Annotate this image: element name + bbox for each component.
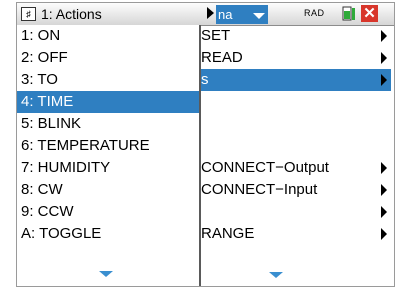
- background-menu-item-label: CONNECT−Input: [201, 181, 318, 198]
- background-menu-item[interactable]: s: [201, 69, 391, 91]
- submenu-item[interactable]: 6: TEMPERATURE: [17, 135, 199, 157]
- document-tab[interactable]: na: [216, 5, 268, 24]
- submenu-arrow-icon: [381, 228, 387, 240]
- document-tab-label: na: [218, 7, 233, 22]
- calculator-screen: ♯ 1: Actions na RAD ✕ SET READ s CONNECT−Ou…: [16, 2, 395, 287]
- background-menu-item-label: CONNECT−Output: [201, 159, 329, 176]
- close-icon[interactable]: ✕: [361, 5, 378, 22]
- submenu-item[interactable]: 1: ON: [17, 25, 199, 47]
- background-menu-item-label: SET: [201, 27, 231, 44]
- page-nav-caret-icon[interactable]: [207, 7, 214, 19]
- submenu-item[interactable]: 2: OFF: [17, 47, 199, 69]
- submenu-item[interactable]: 5: BLINK: [17, 113, 199, 135]
- submenu-item[interactable]: 8: CW: [17, 179, 199, 201]
- submenu-item[interactable]: 3: TO: [17, 69, 199, 91]
- background-menu-item-label: READ: [201, 49, 243, 66]
- scroll-down-arrow-icon[interactable]: [269, 272, 283, 278]
- submenu-arrow-icon: [381, 162, 387, 174]
- background-menu-item-label: RANGE: [201, 225, 255, 242]
- title-bar: ♯ 1: Actions na RAD ✕: [17, 3, 394, 26]
- background-menu-item[interactable]: RANGE: [201, 223, 391, 245]
- background-menu-item[interactable]: [201, 91, 391, 113]
- submenu-arrow-icon: [381, 206, 387, 218]
- background-menu-item[interactable]: SET: [201, 25, 391, 47]
- background-menu-item-label: s: [201, 71, 209, 88]
- background-menu-item[interactable]: CONNECT−Input: [201, 179, 391, 201]
- background-menu-item[interactable]: [201, 135, 391, 157]
- scroll-down-arrow-icon[interactable]: [99, 271, 113, 277]
- background-menu-item[interactable]: READ: [201, 47, 391, 69]
- submenu-item[interactable]: 4: TIME: [17, 91, 199, 113]
- submenu-arrow-icon: [381, 74, 387, 86]
- submenu-item[interactable]: 7: HUMIDITY: [17, 157, 199, 179]
- battery-icon: [342, 6, 355, 21]
- submenu-arrow-icon: [381, 52, 387, 64]
- chevron-down-icon: [253, 13, 265, 19]
- submenu-arrow-icon: [381, 184, 387, 196]
- background-menu-item[interactable]: [201, 201, 391, 223]
- actions-submenu: 1: ON 2: OFF 3: TO 4: TIME 5: BLINK 6: TEMPER…: [17, 25, 201, 286]
- submenu-arrow-icon: [381, 30, 387, 42]
- submenu-item[interactable]: 9: CCW: [17, 201, 199, 223]
- background-menu-item[interactable]: CONNECT−Output: [201, 157, 391, 179]
- submenu-item[interactable]: A: TOGGLE: [17, 223, 199, 245]
- page-title: 1: Actions: [41, 6, 102, 22]
- angle-mode-indicator: RAD: [304, 8, 325, 18]
- calculator-page-icon: ♯: [21, 7, 36, 21]
- background-menu-item[interactable]: [201, 113, 391, 135]
